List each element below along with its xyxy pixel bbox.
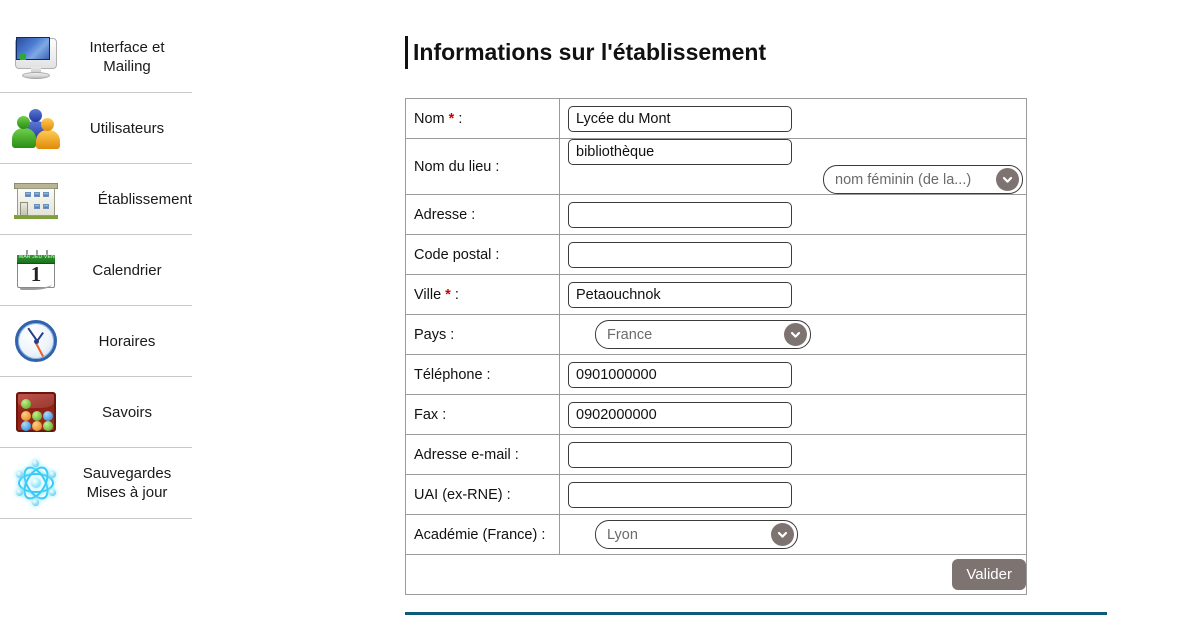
label-uai: UAI (ex-RNE) : (405, 474, 560, 515)
table-row: Nom du lieu : nom féminin (de la...) (405, 138, 1027, 195)
cell-nom-du-lieu: nom féminin (de la...) (559, 138, 1027, 195)
label-nom: Nom * : (405, 98, 560, 139)
chevron-down-icon (784, 323, 807, 346)
table-row: Code postal : (405, 234, 1027, 275)
label-academie: Académie (France) : (405, 514, 560, 555)
genre-select-value: nom féminin (de la...) (835, 171, 972, 188)
cell-telephone (559, 354, 1027, 395)
pays-select-value: France (607, 326, 653, 343)
sidebar-item-label: Calendrier (92, 261, 162, 279)
users-icon (12, 104, 60, 152)
table-row: Fax : (405, 394, 1027, 435)
table-row: Pays : France (405, 314, 1027, 355)
academie-select-value: Lyon (607, 526, 638, 543)
nom-input[interactable] (568, 105, 792, 132)
sidebar-item-label: Savoirs (101, 403, 153, 421)
email-input[interactable] (568, 441, 792, 468)
sidebar-item-utilisateurs[interactable]: Utilisateurs (0, 93, 192, 164)
table-row: Téléphone : (405, 354, 1027, 395)
page-title: Informations sur l'établissement (405, 36, 1165, 69)
label-nom-du-lieu: Nom du lieu : (405, 138, 560, 195)
table-row: Valider (405, 554, 1027, 595)
monitor-icon (12, 33, 60, 81)
table-row: Adresse e-mail : (405, 434, 1027, 475)
adresse-input[interactable] (568, 201, 792, 228)
table-row: Ville * : (405, 274, 1027, 315)
table-row: Adresse : (405, 194, 1027, 235)
label-email: Adresse e-mail : (405, 434, 560, 475)
academie-select[interactable]: Lyon (595, 520, 798, 549)
code-postal-input[interactable] (568, 241, 792, 268)
sidebar-item-label: Interface et Mailing (89, 39, 165, 75)
abacus-icon (12, 388, 60, 436)
label-suffix: : (450, 286, 459, 303)
table-row: UAI (ex-RNE) : (405, 474, 1027, 515)
label-fax: Fax : (405, 394, 560, 435)
cell-uai (559, 474, 1027, 515)
chevron-down-icon (771, 523, 794, 546)
fax-input[interactable] (568, 401, 792, 428)
sidebar: Interface et Mailing Utilisateurs Établi… (0, 22, 205, 519)
sidebar-item-label: Sauvegardes Mises à jour (82, 465, 172, 501)
sidebar-item-calendrier[interactable]: 1 Calendrier (0, 235, 192, 306)
cell-adresse (559, 194, 1027, 235)
sidebar-item-interface-mailing[interactable]: Interface et Mailing (0, 22, 192, 93)
table-row: Nom * : (405, 98, 1027, 139)
sidebar-item-label: Horaires (98, 332, 156, 350)
label-text: Ville (414, 286, 442, 303)
bottom-accent-rule (405, 612, 1107, 615)
cell-pays: France (559, 314, 1027, 355)
school-building-icon (12, 175, 60, 223)
pays-select[interactable]: France (595, 320, 811, 349)
cell-academie: Lyon (559, 514, 1027, 555)
label-ville: Ville * : (405, 274, 560, 315)
main-content: Informations sur l'établissement Nom * :… (405, 0, 1165, 595)
establishment-form-table: Nom * : Nom du lieu : nom féminin (de la… (405, 98, 1027, 595)
atom-icon (12, 459, 60, 507)
label-suffix: : (454, 110, 463, 127)
label-adresse: Adresse : (405, 194, 560, 235)
cell-email (559, 434, 1027, 475)
form-actions: Valider (405, 554, 1027, 595)
label-pays: Pays : (405, 314, 560, 355)
genre-select[interactable]: nom féminin (de la...) (823, 165, 1023, 194)
sidebar-item-label: Établissement (97, 190, 192, 208)
ville-input[interactable] (568, 281, 792, 308)
sidebar-item-horaires[interactable]: Horaires (0, 306, 192, 377)
nom-du-lieu-input[interactable] (568, 139, 792, 165)
uai-input[interactable] (568, 481, 792, 508)
cell-ville (559, 274, 1027, 315)
calendar-icon: 1 (12, 246, 60, 294)
label-code-postal: Code postal : (405, 234, 560, 275)
label-telephone: Téléphone : (405, 354, 560, 395)
sidebar-item-label: Utilisateurs (89, 119, 165, 137)
valider-button[interactable]: Valider (952, 559, 1026, 590)
sidebar-item-savoirs[interactable]: Savoirs (0, 377, 192, 448)
label-text: Nom (414, 110, 445, 127)
telephone-input[interactable] (568, 361, 792, 388)
clock-icon (12, 317, 60, 365)
cell-fax (559, 394, 1027, 435)
cell-code-postal (559, 234, 1027, 275)
cell-nom (559, 98, 1027, 139)
chevron-down-icon (996, 168, 1019, 191)
table-row: Académie (France) : Lyon (405, 514, 1027, 555)
page-root: Interface et Mailing Utilisateurs Établi… (0, 0, 1197, 629)
sidebar-item-sauvegardes[interactable]: Sauvegardes Mises à jour (0, 448, 192, 519)
sidebar-item-etablissement[interactable]: Établissement (0, 164, 192, 235)
